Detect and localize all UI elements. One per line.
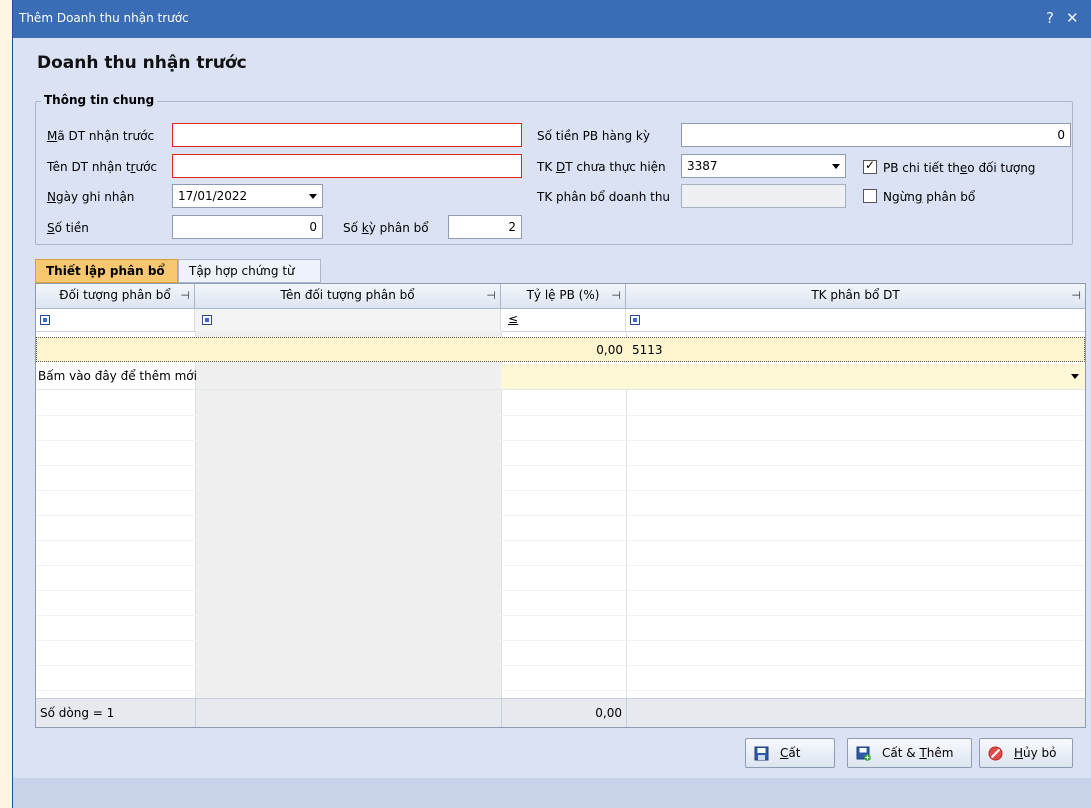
column-header-ty-le[interactable]: Tỷ lệ PB (%) ⊣ <box>501 284 626 308</box>
filter-cell-ty-le[interactable]: ≤ <box>501 309 626 331</box>
save-icon <box>754 746 769 761</box>
chevron-down-icon <box>309 194 317 199</box>
new-row[interactable]: Bấm vào đây để thêm mới <box>36 364 1085 390</box>
filter-cell-doi-tuong[interactable] <box>36 309 195 331</box>
status-bar <box>13 778 1091 808</box>
ngay-ghi-nhan-label: Ngày ghi nhận <box>47 190 135 204</box>
grid-line <box>36 515 1085 516</box>
column-header-ten-doi-tuong[interactable]: Tên đối tượng phân bổ ⊣ <box>195 284 501 308</box>
ma-dt-input[interactable] <box>172 123 522 147</box>
chevron-down-icon[interactable] <box>1071 374 1079 379</box>
close-button[interactable]: ✕ <box>1066 9 1079 27</box>
new-row-edit-area <box>501 364 1085 389</box>
chevron-down-icon <box>832 164 840 169</box>
grid-line <box>36 665 1085 666</box>
tk-dt-dropdown[interactable]: 3387 <box>681 154 846 178</box>
ma-dt-label: Mã DT nhận trước <box>47 129 155 143</box>
ten-dt-input[interactable] <box>172 154 522 178</box>
grid-line <box>36 540 1085 541</box>
pin-icon[interactable]: ⊣ <box>486 284 496 307</box>
row-count: Số dòng = 1 <box>40 706 115 720</box>
group-title: Thông tin chung <box>41 93 158 107</box>
ngung-phan-bo-checkbox[interactable]: Ngừng phân bổ <box>863 189 975 204</box>
new-row-hint[interactable]: Bấm vào đây để thêm mới <box>38 369 197 383</box>
tk-pb-input <box>681 184 846 208</box>
tk-dt-value: 3387 <box>687 159 718 173</box>
column-divider <box>626 699 627 727</box>
pin-icon[interactable]: ⊣ <box>180 284 190 307</box>
so-tien-pb-label: Số tiền PB hàng kỳ <box>537 129 650 143</box>
cancel-icon <box>988 746 1003 761</box>
grid-line <box>36 565 1085 566</box>
grid-line <box>36 415 1085 416</box>
grid-line <box>36 615 1085 616</box>
grid-footer: Số dòng = 1 0,00 <box>36 698 1085 727</box>
footer-total: 0,00 <box>595 706 622 720</box>
pin-icon[interactable]: ⊣ <box>611 284 621 307</box>
grid-line <box>36 490 1085 491</box>
so-tien-label: Số tiền <box>47 221 89 235</box>
tk-dt-label: TK DT chưa thực hiện <box>537 160 666 174</box>
filter-row: ≤ <box>36 309 1085 332</box>
checkbox-box[interactable]: ✓ <box>863 158 877 174</box>
help-button[interactable]: ? <box>1046 9 1054 27</box>
so-tien-pb-input[interactable]: 0 <box>681 123 1071 147</box>
filter-cell-ten[interactable] <box>195 309 501 331</box>
tk-pb-label: TK phân bổ doanh thu <box>537 190 671 204</box>
window-title: Thêm Doanh thu nhận trước <box>19 11 189 25</box>
so-ky-label: Số kỳ phân bổ <box>343 221 429 235</box>
grid-line <box>36 440 1085 441</box>
column-header-doi-tuong[interactable]: Đối tượng phân bổ ⊣ <box>36 284 195 308</box>
save-add-icon <box>856 746 871 761</box>
ngay-value: 17/01/2022 <box>178 189 248 203</box>
grid-line <box>36 640 1085 641</box>
so-tien-input[interactable]: 0 <box>172 215 323 239</box>
cancel-button[interactable]: Hủy bỏ <box>979 738 1073 768</box>
save-and-add-button[interactable]: Cất & Thêm <box>847 738 972 768</box>
page-title: Doanh thu nhận trước <box>37 53 247 73</box>
title-bar: Thêm Doanh thu nhận trước ? ✕ <box>13 0 1091 38</box>
pin-icon[interactable]: ⊣ <box>1071 284 1081 307</box>
column-divider <box>501 699 502 727</box>
so-ky-input[interactable]: 2 <box>448 215 522 239</box>
ngay-ghi-nhan-dropdown[interactable]: 17/01/2022 <box>172 184 323 208</box>
filter-operator-icon[interactable] <box>40 315 50 325</box>
allocation-grid: Đối tượng phân bổ ⊣ Tên đối tượng phân bổ… <box>35 283 1086 728</box>
grid-line <box>36 465 1085 466</box>
grid-line <box>36 690 1085 691</box>
grid-header: Đối tượng phân bổ ⊣ Tên đối tượng phân bổ… <box>36 284 1085 309</box>
filter-cell-tk[interactable] <box>626 309 1085 331</box>
column-header-tk-phan-bo[interactable]: TK phân bổ DT ⊣ <box>626 284 1085 308</box>
checkmark-icon: ✓ <box>865 158 876 172</box>
column-divider <box>195 699 196 727</box>
filter-operator-icon[interactable] <box>202 315 212 325</box>
checkbox-box[interactable] <box>863 189 877 203</box>
filter-le-icon[interactable]: ≤ <box>508 312 518 326</box>
filter-operator-icon[interactable] <box>630 315 640 325</box>
dialog-window: Thêm Doanh thu nhận trước ? ✕ Doanh thu … <box>12 0 1091 808</box>
pb-chi-tiet-checkbox[interactable]: ✓ PB chi tiết theo đối tượng <box>863 158 1035 175</box>
cell-tk-phan-bo[interactable]: 5113 <box>632 343 663 357</box>
grid-line <box>36 590 1085 591</box>
ten-dt-label: Tên DT nhận trước <box>47 160 158 174</box>
save-button[interactable]: Cất <box>745 738 835 768</box>
tab-thiet-lap-phan-bo[interactable]: Thiết lập phân bổ <box>35 259 178 283</box>
tab-tap-hop-chung-tu[interactable]: Tập hợp chứng từ <box>178 259 321 283</box>
table-row[interactable]: 0,00 5113 <box>36 337 1085 362</box>
cell-ty-le[interactable]: 0,00 <box>557 343 623 357</box>
